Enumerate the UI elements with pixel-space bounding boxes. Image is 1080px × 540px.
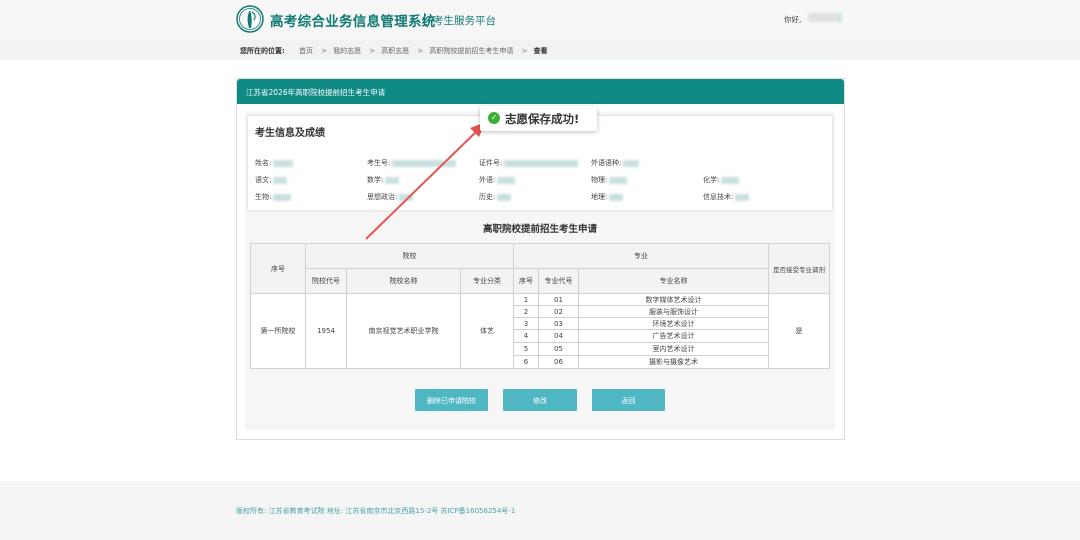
col-header-major-category: 专业分类 [460,268,514,294]
field-label: 外语: [479,176,496,184]
breadcrumb-item-home[interactable]: 首页 [299,47,313,55]
col-header-major: 专业 [513,243,769,269]
logo-icon [236,5,264,33]
redacted-value [504,159,579,167]
delete-applied-school-button[interactable]: 删除已申请院校 [415,389,488,411]
field-label: 生物: [255,193,272,201]
field-label: 语文: [255,176,272,184]
major-row-seq: 6 [513,355,539,369]
student-info-title: 考生信息及成绩 [255,128,325,139]
field-it: 信息技术: [703,192,750,202]
major-row-code: 05 [538,342,579,356]
breadcrumb-item-early-admission[interactable]: 高职院校提前招生考生申请 [429,47,513,55]
field-label: 考生号: [367,159,391,167]
redacted-value [609,193,624,201]
col-header-school-name: 院校名称 [346,268,461,294]
field-label: 历史: [479,193,496,201]
field-label: 化学: [703,176,720,184]
field-geography: 地理: [591,192,624,202]
major-row-code: 06 [538,355,579,369]
user-greeting: 你好, [784,15,802,24]
check-icon: ✓ [488,112,500,124]
field-label: 外语语种: [591,159,622,167]
redacted-value [623,159,640,167]
major-row-code: 04 [538,329,579,343]
redacted-value [385,176,400,184]
col-header-major-code: 专业代号 [538,268,579,294]
modify-button[interactable]: 修改 [503,389,577,411]
field-history: 历史: [479,192,512,202]
redacted-value [497,193,512,201]
field-biology: 生物: [255,192,292,202]
field-language: 外语语种: [591,158,640,168]
breadcrumb-current: 查看 [533,47,548,55]
col-header-major-name: 专业名称 [578,268,769,294]
cell-school-code: 1954 [305,293,347,369]
breadcrumb-separator: > [321,47,328,55]
breadcrumb: 您所在的位置: 首页 > 我的志愿 > 高职志愿 > 高职院校提前招生考生申请 > 查看 [240,46,547,56]
application-table-title: 高职院校提前招生考生申请 [482,224,597,235]
field-label: 证件号: [479,159,503,167]
field-id-number: 证件号: [479,158,579,168]
platform-title: 考生服务平台 [433,15,496,27]
field-chemistry: 化学: [703,175,740,185]
col-header-adjust: 是否接受专业调剂 [768,243,830,294]
cell-school-name: 南京视觉艺术职业学院 [346,293,461,369]
redacted-value [609,176,628,184]
system-title: 高考综合业务信息管理系统 [270,14,436,30]
success-toast: ✓ 志愿保存成功! [480,106,597,131]
breadcrumb-item-vocational[interactable]: 高职志愿 [381,47,409,55]
field-label: 物理: [591,176,608,184]
field-label: 数学: [367,176,384,184]
major-row-name: 广告艺术设计 [578,329,769,343]
page-footer [0,481,1080,540]
field-label: 信息技术: [703,193,734,201]
panel-title: 江苏省2026年高职院校提前招生考生申请 [246,88,386,97]
panel-header: 江苏省2026年高职院校提前招生考生申请 [237,79,844,104]
field-name: 姓名: [255,158,294,168]
redacted-value [273,193,292,201]
major-row-seq: 4 [513,329,539,343]
redacted-value [735,193,750,201]
major-row-name: 室内艺术设计 [578,342,769,356]
breadcrumb-separator: > [417,47,424,55]
field-chinese: 语文: [255,175,288,185]
col-header-school: 院校 [305,243,514,269]
cell-accept-adjust: 是 [768,293,830,369]
cell-choice-seq: 第一所院校 [250,293,306,369]
field-politics: 思想政治: [367,192,414,202]
redacted-value [273,159,294,167]
user-name-redacted[interactable] [808,13,836,22]
col-header-school-code: 院校代号 [305,268,347,294]
field-foreign-language: 外语: [479,175,516,185]
breadcrumb-separator: > [521,47,528,55]
field-label: 思想政治: [367,193,398,201]
field-exam-number: 考生号: [367,158,457,168]
redacted-value [399,193,414,201]
breadcrumb-item-my-choices[interactable]: 我的志愿 [333,47,361,55]
field-math: 数学: [367,175,400,185]
redacted-value [497,176,516,184]
major-row-name: 摄影与摄像艺术 [578,355,769,369]
back-button[interactable]: 返回 [592,389,665,411]
user-menu-redacted[interactable] [836,13,842,22]
col-header-major-seq: 序号 [513,268,539,294]
redacted-value [721,176,740,184]
col-header-seq: 序号 [250,243,306,294]
field-physics: 物理: [591,175,628,185]
cell-major-category: 体艺 [460,293,514,369]
redacted-value [273,176,288,184]
toast-message: 志愿保存成功! [505,112,580,126]
field-label: 姓名: [255,159,272,167]
breadcrumb-prefix: 您所在的位置: [240,47,285,55]
title-divider [424,13,425,26]
footer-copyright: 版权所有: 江苏省教育考试院 地址: 江苏省南京市北京西路15-2号 苏ICP备… [236,507,516,515]
field-label: 地理: [591,193,608,201]
major-row-seq: 5 [513,342,539,356]
top-header [0,0,1080,40]
breadcrumb-separator: > [369,47,376,55]
redacted-value [392,159,457,167]
